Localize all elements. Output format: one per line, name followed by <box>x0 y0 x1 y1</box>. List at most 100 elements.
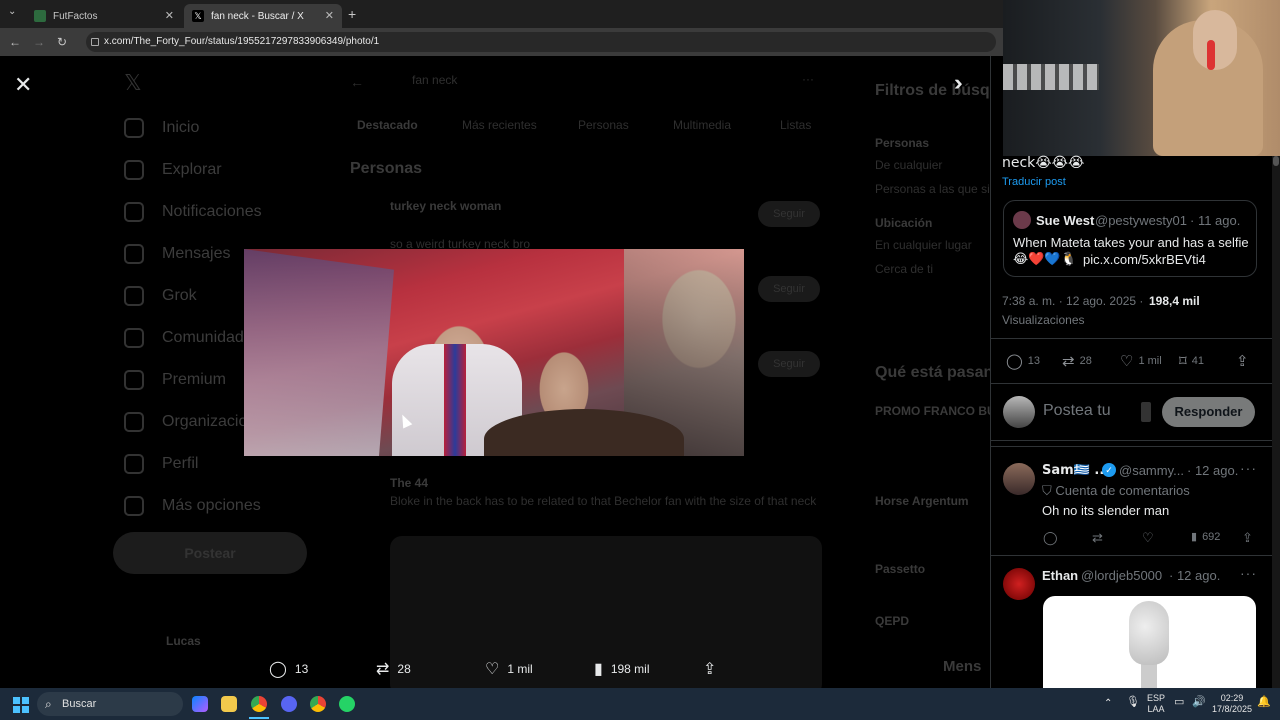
chevron-up-icon[interactable]: ⌃ <box>1104 698 1112 709</box>
more-icon: ··· <box>802 72 814 86</box>
tab-fan-neck[interactable]: 𝕏 fan neck - Buscar / X ✕ <box>184 4 342 28</box>
repost-button[interactable]: ⇄ 28 <box>1062 352 1092 370</box>
search-query: fan neck <box>412 73 458 87</box>
account-name: Lucas <box>166 634 201 648</box>
reply-author-handle[interactable]: @lordjeb5000 <box>1081 568 1162 583</box>
tab-title: FutFactos <box>53 10 98 22</box>
forward-icon[interactable]: → <box>33 35 45 49</box>
repost-icon: ⇄ <box>376 661 390 678</box>
back-arrow-icon: ← <box>350 74 364 90</box>
reply-media-image[interactable] <box>1043 596 1256 688</box>
translate-link[interactable]: Traducir post <box>1002 176 1066 188</box>
notification-icon[interactable]: 🔔 <box>1257 697 1271 708</box>
windows-taskbar: ⌕ Buscar ⌃ 🎙 ESP LAA ▭ 🔊 02:29 17/8/2025 🔔 <box>0 688 1280 720</box>
address-bar[interactable]: x.com/The_Forty_Four/status/195521729783… <box>86 32 996 52</box>
browser-toolbar: ← → ↻ x.com/The_Forty_Four/status/195521… <box>0 28 1003 56</box>
taskbar-search-label: Buscar <box>62 698 97 710</box>
more-icon[interactable]: ··· <box>1240 565 1257 581</box>
search-tab: Multimedia <box>673 118 732 132</box>
media-views-button[interactable]: ▮ 198 mil <box>594 659 650 679</box>
discord-icon[interactable] <box>281 696 297 712</box>
bookmark-button[interactable]: ⌑ 41 <box>1179 352 1204 370</box>
reply-button[interactable]: ◯ 13 <box>1006 352 1040 370</box>
share-icon[interactable]: ⇪ <box>1242 530 1253 546</box>
windows-start-icon[interactable] <box>13 697 29 713</box>
drag-handle-icon <box>1141 402 1151 422</box>
media-like-button[interactable]: ♡ 1 mil <box>485 659 533 679</box>
close-icon[interactable]: ✕ <box>14 72 32 98</box>
post-photo[interactable] <box>244 249 744 456</box>
comment-icon[interactable]: ◯ <box>1043 530 1058 546</box>
heart-icon[interactable]: ♡ <box>1142 530 1154 546</box>
search-tab: Listas <box>780 118 812 132</box>
post-timestamp[interactable]: 7:38 a. m. · 12 ago. 2025 · <box>1002 294 1143 308</box>
reload-icon[interactable]: ↻ <box>57 35 67 49</box>
search-tab: Personas <box>578 118 629 132</box>
language-indicator[interactable]: ESP LAA <box>1147 693 1165 715</box>
trend-item: Horse Argentum <box>875 494 969 508</box>
x-premium-icon <box>124 370 144 390</box>
reply-views[interactable]: ▮ 692 <box>1191 530 1220 544</box>
copilot-icon[interactable] <box>192 696 208 712</box>
media-share-button[interactable]: ⇪ <box>703 659 724 679</box>
tab-futfactos[interactable]: FutFactos ✕ <box>26 4 182 28</box>
network-icon[interactable]: ▭ <box>1174 697 1184 708</box>
tweet-author: The 44 <box>390 476 429 490</box>
bell-icon <box>124 202 144 222</box>
close-tab-icon[interactable]: ✕ <box>325 9 334 22</box>
comment-icon: ◯ <box>1006 353 1023 370</box>
more-circle-icon <box>124 496 144 516</box>
media-repost-button[interactable]: ⇄ 28 <box>376 659 411 679</box>
chrome-icon[interactable] <box>251 696 267 712</box>
quote-author-handle[interactable]: @pestywesty01 <box>1095 213 1187 228</box>
whatsapp-icon[interactable] <box>339 696 355 712</box>
microphone-icon[interactable]: 🎙 <box>1126 697 1140 708</box>
file-explorer-icon[interactable] <box>221 696 237 712</box>
close-tab-icon[interactable]: ✕ <box>165 9 174 22</box>
double-chevron-right-icon[interactable]: ›› <box>954 70 962 96</box>
site-info-icon[interactable] <box>91 38 99 46</box>
search-icon <box>124 160 144 180</box>
tab-list-icon[interactable]: ⌄ <box>8 6 16 17</box>
reply-input[interactable]: Postea tu <box>1043 402 1111 420</box>
reply-author-name[interactable]: Ethan <box>1042 568 1078 583</box>
side-option: Personas a las que sigues <box>875 182 990 196</box>
side-option: En cualquier lugar <box>875 238 972 252</box>
side-option: De cualquier <box>875 158 943 172</box>
volume-icon[interactable]: 🔊 <box>1192 697 1206 708</box>
like-button[interactable]: ♡ 1 mil <box>1120 352 1162 370</box>
reply-submit-button[interactable]: Responder <box>1162 397 1255 427</box>
media-reply-button[interactable]: ◯ 13 <box>269 659 308 679</box>
new-tab-button[interactable]: + <box>348 6 356 22</box>
more-icon[interactable]: ··· <box>1240 460 1257 476</box>
side-location-label: Ubicación <box>875 216 933 230</box>
quote-emojis: 😂❤️💙🐧 <box>1013 252 1077 267</box>
active-app-indicator <box>249 717 269 719</box>
avatar[interactable] <box>1013 211 1031 229</box>
reply-author-name[interactable]: Sam🇬🇷 ... <box>1042 463 1109 478</box>
share-button[interactable]: ⇪ <box>1236 352 1254 370</box>
clock[interactable]: 02:29 17/8/2025 <box>1212 693 1252 715</box>
search-tab: Destacado <box>357 118 418 132</box>
grok-icon <box>124 286 144 306</box>
reply-count: 13 <box>294 662 309 676</box>
repost-icon[interactable]: ⇄ <box>1092 530 1103 546</box>
bookmark-icon: ⌑ <box>1179 353 1187 370</box>
post-views-label: Visualizaciones <box>1002 313 1085 327</box>
taskbar-search[interactable]: ⌕ Buscar <box>37 692 183 716</box>
quote-link[interactable]: pic.x.com/5xkrBEVti4 <box>1083 252 1206 267</box>
avatar[interactable] <box>1003 463 1035 495</box>
mail-icon <box>124 244 144 264</box>
section-title: Personas <box>350 160 423 177</box>
post-text: neck😭😭😭 <box>1002 155 1085 171</box>
heart-icon: ♡ <box>485 661 500 678</box>
avatar <box>1003 396 1035 428</box>
back-icon[interactable]: ← <box>9 35 21 49</box>
reply-author-handle[interactable]: @sammy... <box>1119 463 1184 478</box>
verified-badge-icon: ✓ <box>1102 463 1116 477</box>
bar-chart-icon: ▮ <box>1191 531 1198 543</box>
quote-author-name[interactable]: Sue West <box>1036 213 1094 228</box>
avatar[interactable] <box>1003 568 1035 600</box>
comment-account-badge: ⛉ Cuenta de comentarios <box>1042 483 1190 498</box>
chrome-profile-icon[interactable] <box>310 696 326 712</box>
